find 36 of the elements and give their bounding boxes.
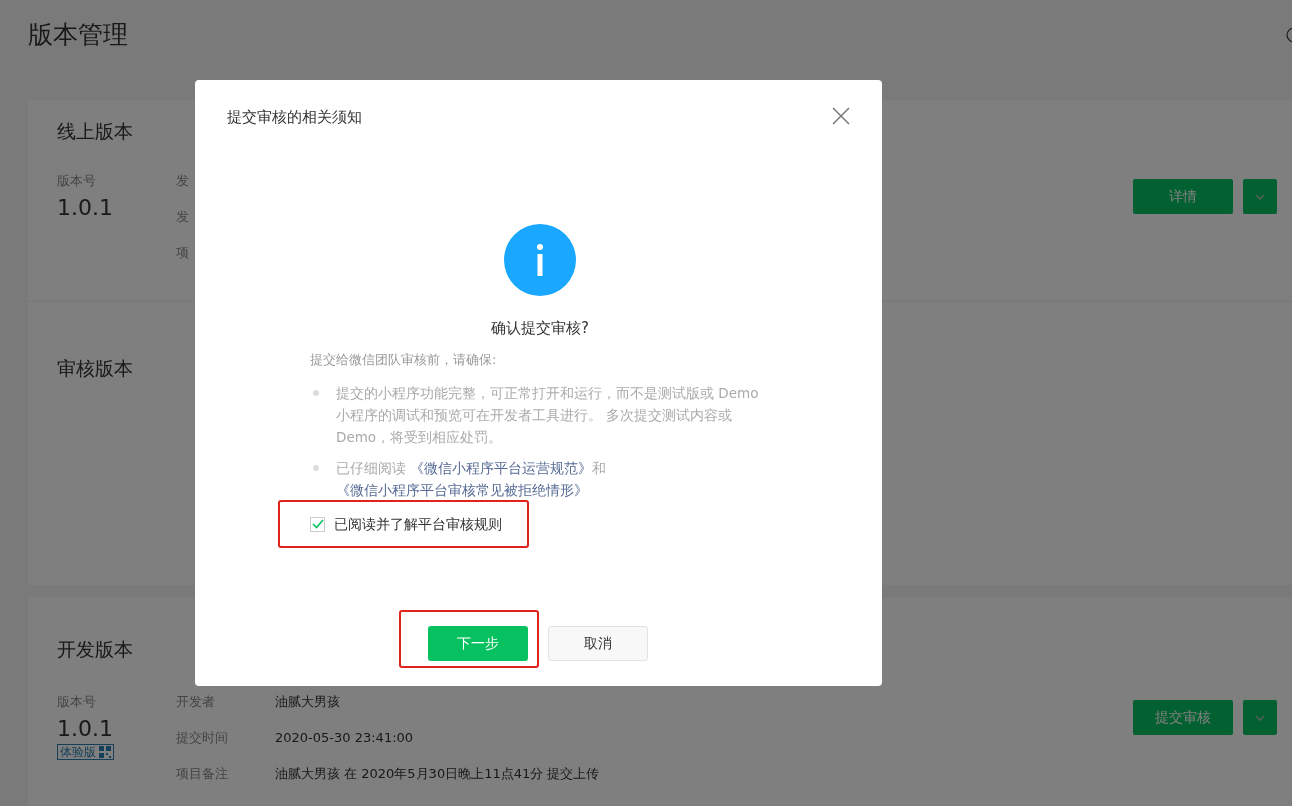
trial-tag[interactable]: 体验版 xyxy=(57,744,114,760)
dialog-title: 提交审核的相关须知 xyxy=(227,107,362,127)
page-title: 版本管理 xyxy=(28,19,128,51)
field-label: 提交时间 xyxy=(176,729,229,747)
intro-text: 提交给微信团队审核前，请确保: xyxy=(310,351,498,369)
caret-icon xyxy=(1255,714,1265,721)
field-label: 项 xyxy=(176,244,190,262)
field-label: 版本号 xyxy=(57,172,96,190)
bullet-dot xyxy=(313,465,319,471)
help-icon[interactable] xyxy=(1286,27,1292,43)
bullet-dot xyxy=(313,390,319,396)
dialog-heading: 确认提交审核? xyxy=(491,318,589,338)
caret-icon xyxy=(1255,193,1265,200)
rules-link[interactable]: 《微信小程序平台审核常见被拒绝情形》 xyxy=(336,482,588,498)
rules-link[interactable]: 《微信小程序平台运营规范》 xyxy=(410,460,593,476)
agreement-checkbox[interactable]: 已阅读并了解平台审核规则 xyxy=(310,514,770,534)
field-label: 发 xyxy=(176,208,190,226)
version-number: 1.0.1 xyxy=(57,194,113,222)
field-label: 项目备注 xyxy=(176,765,229,783)
field-value: 油腻大男孩 在 2020年5月30日晚上11点41分 提交上传 xyxy=(275,765,600,783)
field-value: 油腻大男孩 xyxy=(275,693,341,711)
qr-code-icon[interactable] xyxy=(99,746,111,758)
field-label: 版本号 xyxy=(57,693,96,711)
section-title: 审核版本 xyxy=(57,356,133,380)
section-title: 开发版本 xyxy=(57,637,133,661)
bullet-text: 提交的小程序功能完整，可正常打开和运行，而不是测试版或 Demo 小程序的调试和预览可在开发者工具进行。 多次提交测试内容或Demo，将受到相应处罚。 xyxy=(336,384,760,447)
close-icon[interactable] xyxy=(832,107,850,125)
field-value: 2020-05-30 23:41:00 xyxy=(275,729,415,747)
checkbox[interactable] xyxy=(310,516,325,532)
cancel-button[interactable]: 取消 xyxy=(548,626,648,661)
field-label: 发 xyxy=(176,172,190,190)
info-icon xyxy=(504,224,576,296)
version-number: 1.0.1 xyxy=(57,715,113,743)
field-label: 开发者 xyxy=(176,693,216,711)
bullet-text: 已仔细阅读 《微信小程序平台运营规范》和 《微信小程序平台审核常见被拒绝情形》 xyxy=(336,459,608,500)
section-title: 线上版本 xyxy=(57,119,133,143)
